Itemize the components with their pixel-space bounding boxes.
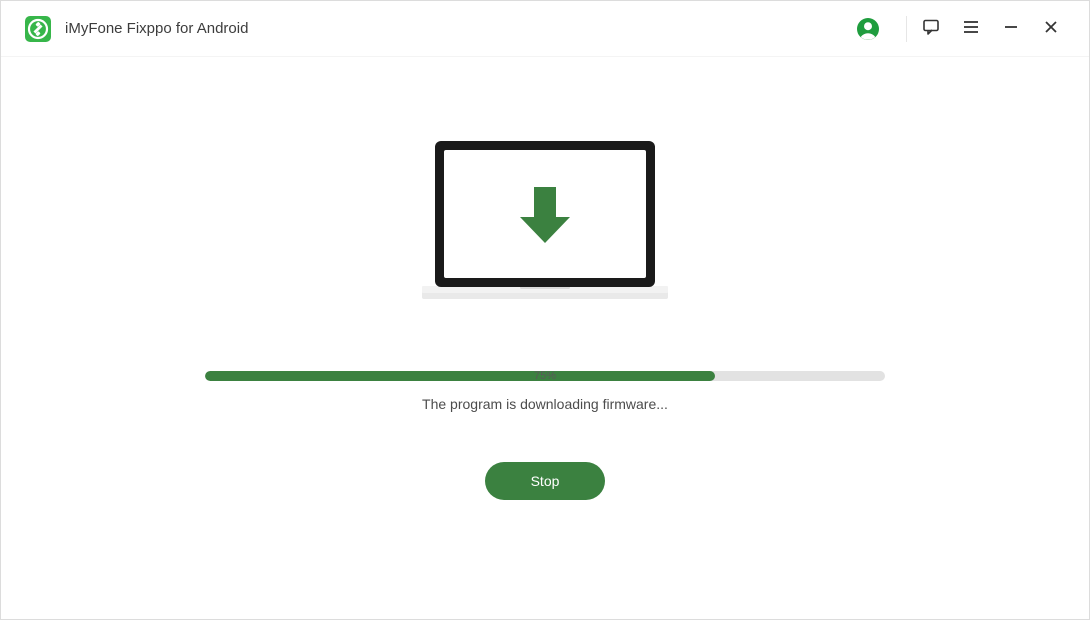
stop-button[interactable]: Stop <box>485 462 605 500</box>
hamburger-icon <box>963 19 979 38</box>
titlebar-right <box>856 9 1071 49</box>
app-window: iMyFone Fixppo for Android <box>0 0 1090 620</box>
content-area: 75% The program is downloading firmware.… <box>1 57 1089 619</box>
close-button[interactable] <box>1031 9 1071 49</box>
progress-area: 75% The program is downloading firmware.… <box>205 371 885 500</box>
close-icon <box>1044 20 1058 37</box>
progress-percent-label: 75% <box>534 370 556 382</box>
titlebar-left: iMyFone Fixppo for Android <box>25 16 248 42</box>
menu-button[interactable] <box>951 9 991 49</box>
feedback-button[interactable] <box>911 9 951 49</box>
minimize-icon <box>1004 20 1018 37</box>
titlebar-divider <box>906 16 907 42</box>
laptop-download-illustration <box>420 139 670 309</box>
account-icon[interactable] <box>856 17 880 41</box>
app-logo-icon <box>25 16 51 42</box>
progress-fill <box>205 371 715 381</box>
app-title: iMyFone Fixppo for Android <box>65 20 248 37</box>
status-text: The program is downloading firmware... <box>422 396 668 412</box>
minimize-button[interactable] <box>991 9 1031 49</box>
feedback-icon <box>922 18 940 39</box>
titlebar: iMyFone Fixppo for Android <box>1 1 1089 57</box>
